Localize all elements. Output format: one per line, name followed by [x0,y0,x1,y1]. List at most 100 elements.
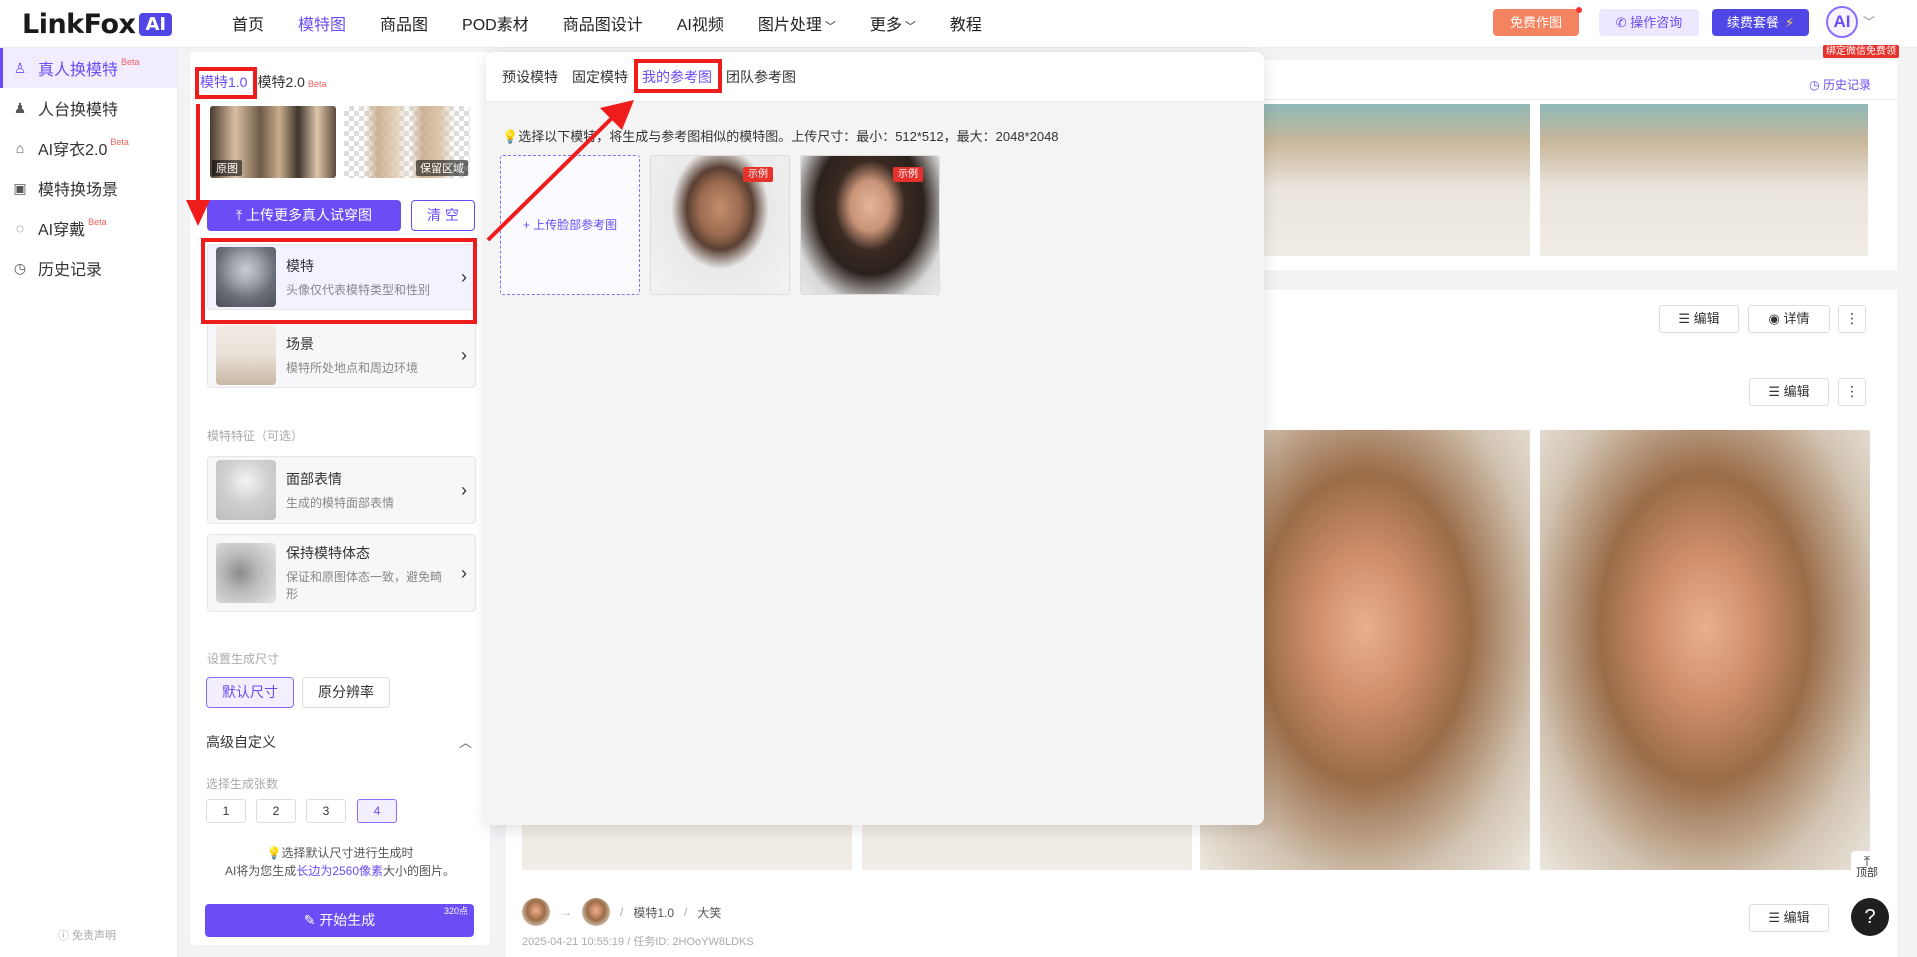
option-title: 面部表情 [286,470,342,487]
sidebar-item-label: 历史记录 [38,262,103,279]
nav-ai-video[interactable]: AI视频 [677,11,724,35]
disclaimer-label: 免责声明 [72,930,117,942]
sidebar-item-scene-swap[interactable]: ▣ 模特换场景 [0,168,177,208]
points-cost: 320点 [443,906,468,916]
model-thumbnail[interactable] [582,898,610,926]
more-button[interactable]: ⋮ [1838,305,1866,333]
nav-pod-assets[interactable]: POD素材 [462,11,529,35]
tab-fixed-models[interactable]: 固定模特 [572,67,628,87]
tab-team-references[interactable]: 团队参考图 [726,67,796,87]
eye-icon: ◉ [1768,311,1784,326]
scene-option-card[interactable]: 场景 模特所处地点和周边环境 › [207,322,476,388]
avatar[interactable]: AI [1826,6,1858,38]
clear-button[interactable]: 清 空 [411,200,475,231]
result-image[interactable] [1262,104,1530,256]
scene-image [216,325,276,385]
bind-wechat-badge[interactable]: 绑定微信免费领 [1823,45,1899,58]
upload-more-label: 上传更多真人试穿图 [246,207,373,223]
expression-option-card[interactable]: 面部表情 生成的模特面部表情 › [207,456,476,524]
upload-face-reference-button[interactable]: + 上传脸部参考图 [500,155,640,295]
back-to-top-button[interactable]: ⤒ 顶部 [1851,851,1883,885]
upload-more-button[interactable]: ⤒ 上传更多真人试穿图 [207,200,401,231]
result-image[interactable] [1540,430,1870,870]
edit-label: 编辑 [1693,311,1720,326]
highlight-box [201,238,477,324]
hint-text: AI将为您生成 [224,864,297,878]
nav-image-processing[interactable]: 图片处理 ﹀ [758,11,836,35]
edit-button[interactable]: ☰ 编辑 [1659,305,1739,333]
beta-badge: Beta [110,137,129,147]
history-link[interactable]: ◷ 历史记录 [1809,76,1871,93]
chevron-down-icon: ﹀ [824,21,836,33]
sidebar-item-mannequin-swap[interactable]: ♟ 人台换模特 [0,88,177,128]
help-button[interactable]: ? [1851,898,1889,936]
sidebar-item-ai-dress[interactable]: ⌂ AI穿衣2.0 Beta [0,128,177,168]
renew-plan-button[interactable]: 续费套餐 ⚡ [1712,9,1809,36]
chevron-right-icon: › [461,479,467,500]
pose-option-card[interactable]: 保持模特体态 保证和原图体态一致，避免畸形 › [207,534,476,612]
disclaimer-link[interactable]: ⓘ 免责声明 [58,927,116,943]
result-card-top [1262,100,1897,270]
result-image[interactable] [1540,104,1868,256]
reference-image-woman[interactable]: 示例 [800,155,940,295]
sliders-icon: ☰ [1768,384,1784,399]
chevron-down-icon: ﹀ [904,21,916,33]
magic-wand-icon: ✎ [303,912,320,928]
nav-home[interactable]: 首页 [232,11,264,35]
nav-model-image[interactable]: 模特图 [298,11,346,35]
sidebar-item-real-person-swap[interactable]: ♙ 真人换模特 Beta [0,48,177,88]
nav-product-design[interactable]: 商品图设计 [563,11,643,35]
detail-button[interactable]: ◉ 详情 [1748,305,1830,333]
edit-button[interactable]: ☰ 编辑 [1749,378,1829,406]
sliders-icon: ☰ [1768,910,1784,925]
generate-label: 开始生成 [319,912,376,928]
hint-text: 选择默认尺寸进行生成时 [281,846,414,860]
sidebar: ♙ 真人换模特 Beta ♟ 人台换模特 ⌂ AI穿衣2.0 Beta ▣ 模特换场景 ◌ A… [0,48,178,957]
size-default-button[interactable]: 默认尺寸 [206,677,294,708]
tab-model-v2[interactable]: 模特2.0 Beta [257,72,326,92]
person-swap-icon: ♙ [13,59,27,76]
chevron-down-icon[interactable]: ﹀ [1863,13,1875,30]
sidebar-item-ai-wear[interactable]: ◌ AI穿戴 Beta [0,208,177,248]
sidebar-item-history[interactable]: ◷ 历史记录 [0,248,177,288]
consult-button[interactable]: ✆ 操作咨询 [1599,9,1699,36]
edit-button[interactable]: ☰ 编辑 [1749,904,1829,932]
count-option-4[interactable]: 4 [357,799,397,823]
generate-button[interactable]: ✎ 开始生成 320点 [205,904,474,937]
source-thumbnail[interactable] [522,898,550,926]
ring-icon: ◌ [15,220,25,236]
advanced-title[interactable]: 高级自定义 [206,732,276,752]
size-section-label: 设置生成尺寸 [207,652,280,666]
detail-label: 详情 [1783,311,1810,326]
count-option-3[interactable]: 3 [306,799,346,823]
main-nav: 首页 模特图 商品图 POD素材 商品图设计 AI视频 图片处理 ﹀ 更多 ﹀ 教程 [232,0,1016,46]
more-button[interactable]: ⋮ [1838,378,1866,406]
nav-more[interactable]: 更多 ﹀ [870,11,916,35]
reference-image-man[interactable]: 示例 [650,155,790,295]
original-image-thumb[interactable]: 原图 [210,106,336,178]
tab-model-v2-label: 模特2.0 [257,74,305,90]
arrow-right-icon: → [560,905,572,919]
pose-image [216,543,276,603]
sidebar-item-label: 真人换模特 [38,62,119,79]
sample-badge: 示例 [743,167,773,182]
expression-image [216,460,276,520]
hint-text: 大小的图片。 [383,864,456,878]
free-create-button[interactable]: 免费作图 [1493,7,1582,36]
divider: / [684,905,688,919]
bulb-icon: 💡 [266,846,282,860]
tab-preset-models[interactable]: 预设模特 [502,67,558,87]
nav-tutorial[interactable]: 教程 [950,11,982,35]
hint-highlight: 长边为2560像素 [296,864,384,878]
keep-area-thumb[interactable]: 保留区域 [344,106,470,178]
chevron-right-icon: › [461,562,467,583]
beta-badge: Beta [121,57,140,67]
count-option-1[interactable]: 1 [206,799,246,823]
linkfox-logo[interactable]: LinkFox AI [22,8,173,40]
option-desc: 模特所处地点和周边环境 [286,360,419,375]
chevron-up-icon[interactable]: ︿ [459,732,472,751]
option-title: 场景 [286,335,314,352]
count-option-2[interactable]: 2 [256,799,296,823]
size-original-button[interactable]: 原分辨率 [302,677,390,708]
nav-product-image[interactable]: 商品图 [380,11,428,35]
